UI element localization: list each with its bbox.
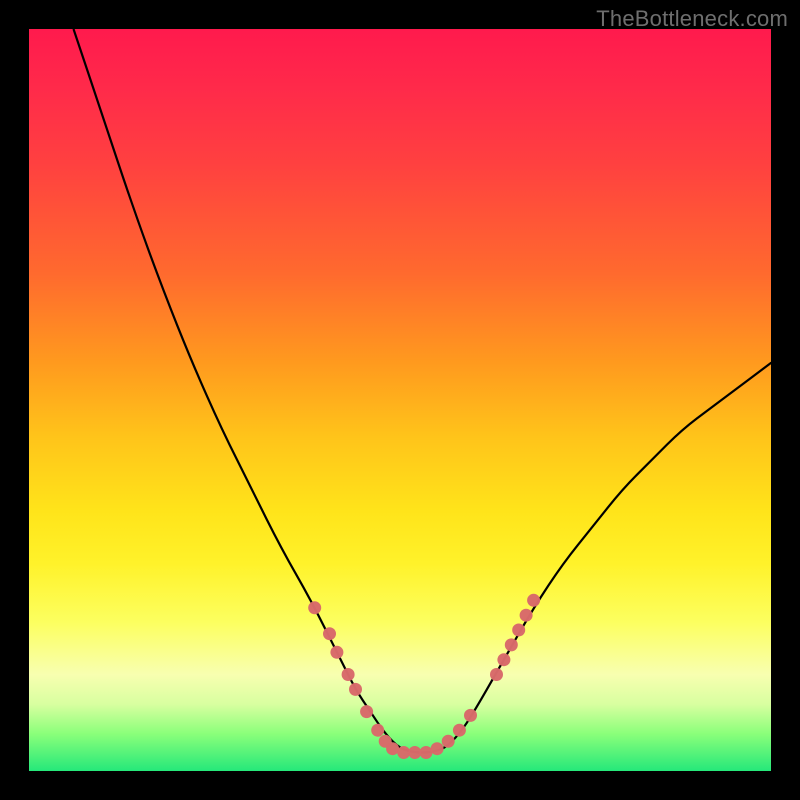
marker-dot bbox=[371, 724, 384, 737]
marker-dot bbox=[330, 646, 343, 659]
chart-svg bbox=[29, 29, 771, 771]
marker-dot bbox=[397, 746, 410, 759]
marker-dot bbox=[420, 746, 433, 759]
marker-dot bbox=[464, 709, 477, 722]
marker-dot bbox=[453, 724, 466, 737]
marker-group bbox=[308, 594, 540, 759]
marker-dot bbox=[431, 742, 444, 755]
marker-dot bbox=[497, 653, 510, 666]
bottleneck-curve bbox=[74, 29, 772, 753]
marker-dot bbox=[505, 638, 518, 651]
marker-dot bbox=[520, 609, 533, 622]
marker-dot bbox=[360, 705, 373, 718]
marker-dot bbox=[349, 683, 362, 696]
marker-dot bbox=[512, 624, 525, 637]
marker-dot bbox=[442, 735, 455, 748]
marker-dot bbox=[342, 668, 355, 681]
marker-dot bbox=[490, 668, 503, 681]
marker-dot bbox=[408, 746, 421, 759]
watermark-text: TheBottleneck.com bbox=[596, 6, 788, 32]
marker-dot bbox=[308, 601, 321, 614]
marker-dot bbox=[323, 627, 336, 640]
marker-dot bbox=[527, 594, 540, 607]
marker-dot bbox=[386, 742, 399, 755]
